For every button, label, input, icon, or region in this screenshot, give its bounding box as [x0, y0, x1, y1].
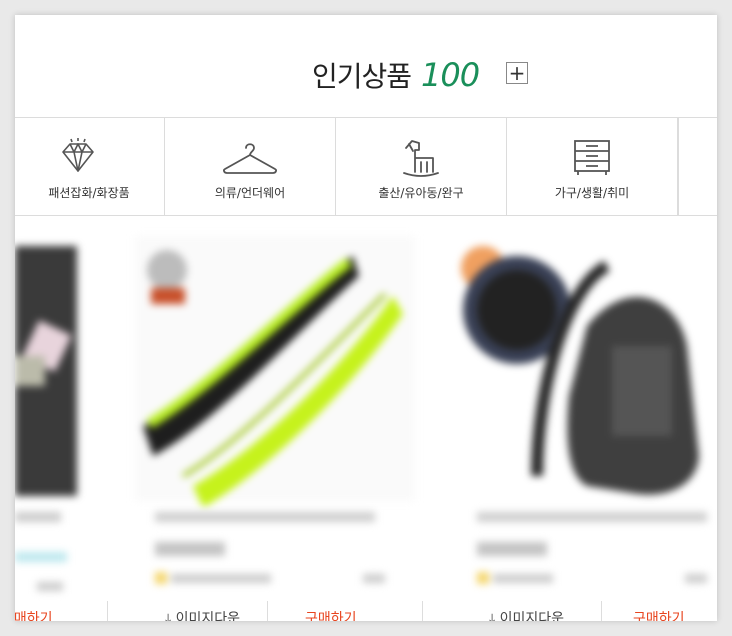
- rocking-horse-icon: [403, 140, 439, 177]
- product-info-placeholder: [155, 512, 385, 584]
- download-icon: ⤓: [165, 611, 176, 621]
- image-download-button[interactable]: ⤓ 이미지다운: [489, 608, 564, 621]
- category-tab-clothing[interactable]: 의류/언더웨어: [165, 118, 336, 215]
- category-label: 패션잡화/화장품: [48, 186, 130, 200]
- drawer-cabinet-icon: [574, 140, 610, 175]
- product-image: [135, 236, 415, 506]
- download-label: 이미지다운: [175, 611, 241, 621]
- page-title: 인기상품 100: [312, 55, 480, 95]
- panel-header: 인기상품 100 +: [15, 15, 717, 118]
- buy-button[interactable]: 구매하기: [633, 608, 685, 621]
- category-label: 출산/유아동/완구: [378, 186, 464, 200]
- category-tab-furniture[interactable]: 가구/생활/취미: [507, 118, 678, 215]
- expand-button[interactable]: +: [506, 62, 528, 84]
- product-info-placeholder: [477, 512, 707, 584]
- popular-products-panel: 인기상품 100 + 패션잡화/화장품 의류/언더웨어 출산/유아동/완구 가구…: [15, 15, 717, 621]
- product-card-1[interactable]: ⤓ 이미지다운 구매하기: [123, 216, 428, 621]
- diamond-icon: [62, 138, 94, 172]
- product-image: [461, 246, 699, 495]
- category-tabs: 패션잡화/화장품 의류/언더웨어 출산/유아동/완구 가구/생활/취미: [15, 118, 717, 216]
- divider: [107, 601, 108, 621]
- product-info-placeholder: [15, 512, 67, 591]
- buy-button[interactable]: 구매하기: [305, 608, 357, 621]
- product-list: 구매하기 ⤓ 이미지다운 구매: [15, 216, 717, 621]
- product-card-2[interactable]: ⤓ 이미지다운 구매하기: [437, 216, 717, 621]
- title-number: 100: [421, 56, 480, 94]
- category-tab-fashion[interactable]: 패션잡화/화장품: [15, 118, 165, 215]
- product-card-partial[interactable]: 구매하기: [15, 216, 107, 621]
- category-label: 가구/생활/취미: [554, 186, 630, 200]
- category-tab-baby[interactable]: 출산/유아동/완구: [336, 118, 507, 215]
- buy-button[interactable]: 구매하기: [15, 608, 53, 621]
- image-download-button[interactable]: ⤓ 이미지다운: [165, 608, 240, 621]
- download-label: 이미지다운: [499, 611, 565, 621]
- download-icon: ⤓: [489, 611, 500, 621]
- product-image: [15, 246, 77, 496]
- divider: [422, 601, 423, 621]
- category-tab-more[interactable]: [678, 118, 717, 215]
- divider: [267, 601, 268, 621]
- category-label: 의류/언더웨어: [214, 186, 286, 200]
- hanger-icon: [223, 143, 277, 174]
- title-text: 인기상품: [312, 60, 412, 93]
- divider: [601, 601, 602, 621]
